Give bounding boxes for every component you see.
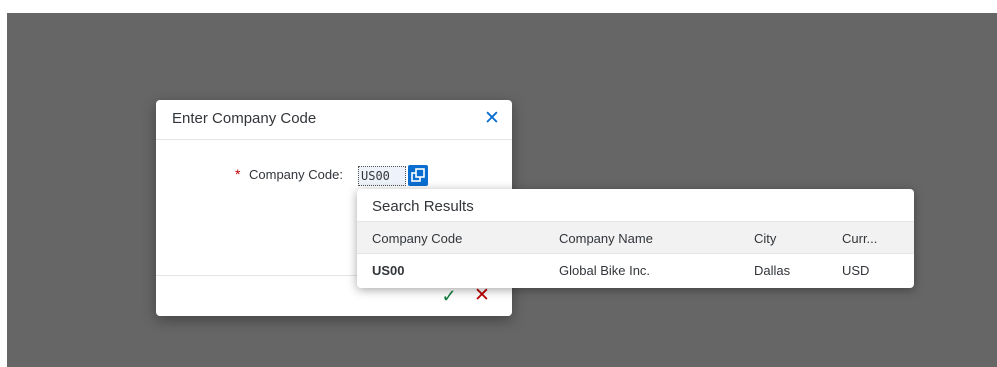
results-header-row: Company Code Company Name City Curr... [357, 221, 914, 254]
company-code-input[interactable]: US00 [358, 166, 406, 186]
dialog-header: Enter Company Code ✕ [156, 100, 512, 140]
column-header-company-name[interactable]: Company Name [559, 231, 653, 246]
table-row[interactable]: US00 Global Bike Inc. Dallas USD [357, 254, 914, 288]
row-city: Dallas [754, 263, 791, 278]
checkmark-icon[interactable]: ✓ [440, 286, 458, 306]
row-currency: USD [842, 263, 870, 278]
column-header-city[interactable]: City [754, 231, 776, 246]
required-marker: * [235, 166, 241, 182]
company-code-label: Company Code: [249, 167, 343, 182]
search-results-title: Search Results [372, 198, 474, 215]
value-help-icon[interactable] [408, 165, 428, 186]
close-icon[interactable]: ✕ [482, 108, 502, 130]
column-header-company-code[interactable]: Company Code [372, 231, 462, 246]
row-company-code: US00 [372, 263, 405, 278]
column-header-currency[interactable]: Curr... [842, 231, 877, 246]
row-company-name: Global Bike Inc. [559, 263, 651, 278]
cancel-x-icon[interactable]: ✕ [473, 286, 491, 306]
company-code-field-row: * Company Code: US00 [156, 163, 512, 187]
dialog-title: Enter Company Code [172, 110, 317, 127]
search-results-popup: Search Results Company Code Company Name… [357, 189, 914, 288]
